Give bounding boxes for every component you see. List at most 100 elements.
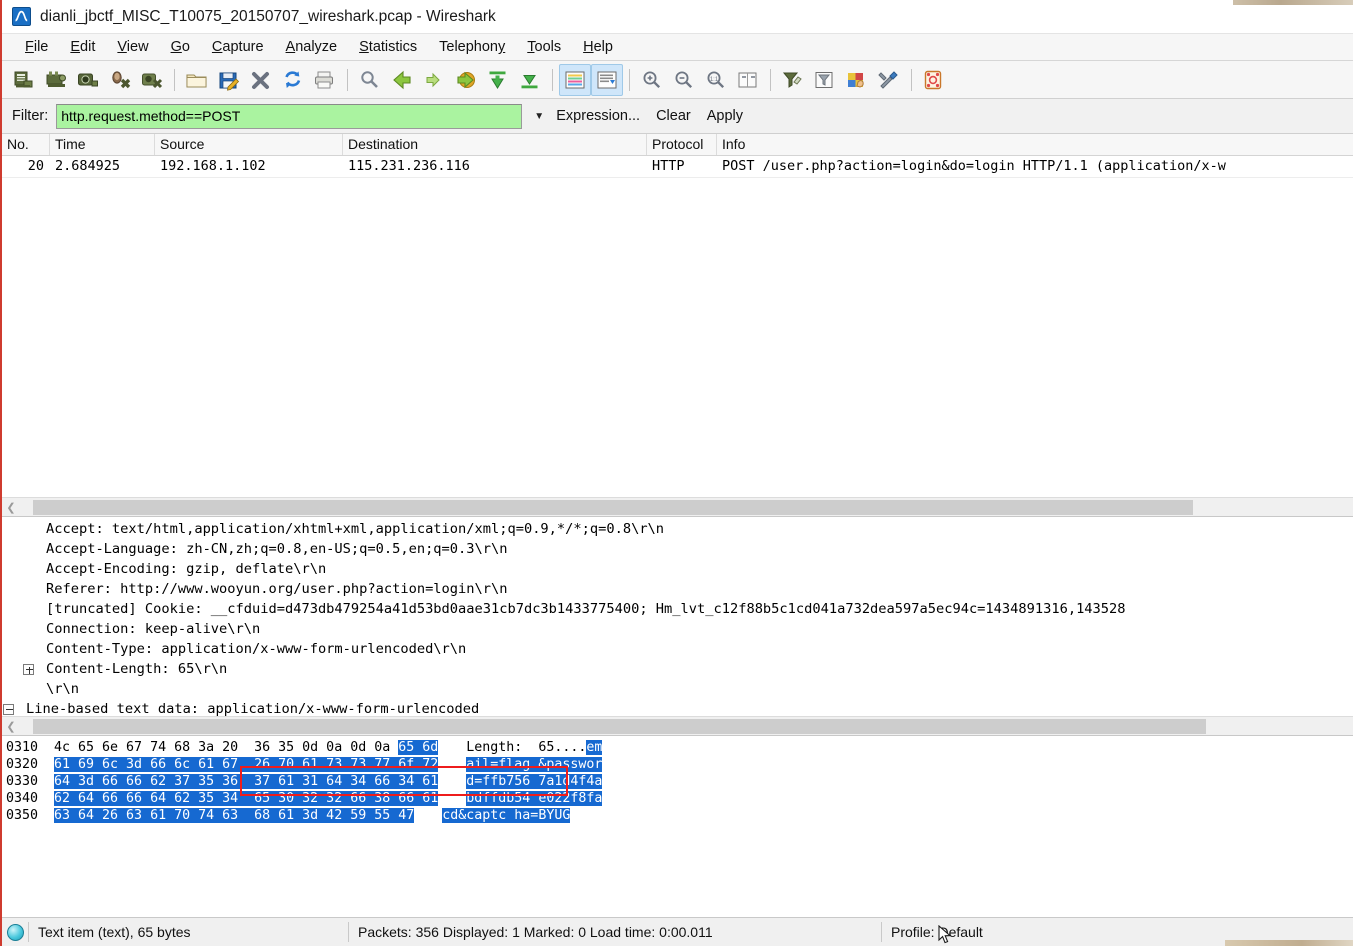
hex-ascii: bdffdb54 e022f8fa <box>466 791 603 806</box>
hscroll-track[interactable] <box>20 499 1353 515</box>
detail-row[interactable]: [truncated] Cookie: __cfduid=d473db47925… <box>2 599 1353 619</box>
go-to-last-packet-icon[interactable] <box>514 64 546 96</box>
scroll-left-icon[interactable]: ❮ <box>2 501 20 514</box>
start-capture-icon[interactable] <box>72 64 104 96</box>
go-back-icon[interactable] <box>386 64 418 96</box>
packet-detail-pane[interactable]: Accept: text/html,application/xhtml+xml,… <box>2 517 1353 736</box>
detail-row[interactable]: Content-Type: application/x-www-form-url… <box>2 639 1353 659</box>
detail-row[interactable]: Accept-Language: zh-CN,zh;q=0.8,en-US;q=… <box>2 539 1353 559</box>
close-file-icon[interactable] <box>245 64 277 96</box>
go-to-packet-icon[interactable] <box>450 64 482 96</box>
expert-info-bulb-icon[interactable] <box>6 923 24 941</box>
zoom-out-icon[interactable] <box>668 64 700 96</box>
hex-bytes: 4c 65 6e 67 74 68 3a 20 36 35 0d 0a 0d 0… <box>54 740 439 755</box>
capture-filters-icon[interactable] <box>777 64 809 96</box>
zoom-in-icon[interactable] <box>636 64 668 96</box>
hex-ascii: d=ffb756 7a1d4f4a <box>466 774 603 789</box>
list-interfaces-icon[interactable] <box>8 64 40 96</box>
preferences-icon[interactable] <box>873 64 905 96</box>
colorize-packet-list-icon[interactable] <box>559 63 591 96</box>
menu-statistics[interactable]: Statistics <box>348 37 428 57</box>
detail-row[interactable]: Accept: text/html,application/xhtml+xml,… <box>2 519 1353 539</box>
coloring-rules-icon[interactable] <box>841 64 873 96</box>
open-file-icon[interactable] <box>181 64 213 96</box>
column-header-info[interactable]: Info <box>717 134 1353 155</box>
hscroll-thumb[interactable] <box>33 718 1207 734</box>
capture-options-icon[interactable] <box>40 64 72 96</box>
column-header-destination[interactable]: Destination <box>343 134 647 155</box>
apply-button[interactable]: Apply <box>707 108 743 124</box>
packet-bytes-pane[interactable]: 0310 4c 65 6e 67 74 68 3a 20 36 35 0d 0a… <box>2 736 1353 917</box>
resize-columns-icon[interactable] <box>732 64 764 96</box>
print-icon[interactable] <box>309 64 341 96</box>
stop-capture-icon[interactable] <box>104 64 136 96</box>
expert-info-icon-wrap[interactable] <box>2 923 28 941</box>
packet-list-hscrollbar[interactable]: ❮ <box>2 497 1353 516</box>
go-forward-icon[interactable] <box>418 64 450 96</box>
detail-row-line-based-text-data[interactable]: Line-based text data: application/x-www-… <box>2 699 1353 716</box>
toolbar-separator <box>347 68 348 91</box>
save-file-icon[interactable] <box>213 64 245 96</box>
detail-row[interactable]: Connection: keep-alive\r\n <box>2 619 1353 639</box>
packet-list-pane[interactable]: No. Time Source Destination Protocol Inf… <box>2 134 1353 517</box>
hex-row[interactable]: 0310 4c 65 6e 67 74 68 3a 20 36 35 0d 0a… <box>2 739 1353 756</box>
find-packet-icon[interactable] <box>354 64 386 96</box>
restart-capture-icon[interactable] <box>136 64 168 96</box>
hscroll-thumb[interactable] <box>33 499 1194 515</box>
toolbar-separator <box>770 68 771 91</box>
column-header-protocol[interactable]: Protocol <box>647 134 717 155</box>
packet-list-column-headers[interactable]: No. Time Source Destination Protocol Inf… <box>2 134 1353 156</box>
detail-row-label: Content-Length: 65\r\n <box>46 661 228 677</box>
detail-row-label: Accept-Encoding: gzip, deflate\r\n <box>46 561 327 577</box>
clear-button[interactable]: Clear <box>656 108 691 124</box>
expand-plus-icon[interactable] <box>23 663 34 675</box>
hex-row[interactable]: 0340 62 64 66 66 64 62 35 34 65 30 32 32… <box>2 790 1353 807</box>
auto-scroll-live-capture-icon[interactable] <box>591 63 623 96</box>
scroll-left-icon[interactable]: ❮ <box>2 720 20 733</box>
reload-file-icon[interactable] <box>277 64 309 96</box>
display-filter-bar[interactable]: Filter: ▼ Expression... Clear Apply <box>2 99 1353 134</box>
help-contents-icon[interactable] <box>918 64 950 96</box>
menu-telephony[interactable]: Telephony <box>428 37 516 57</box>
expander-wrap[interactable] <box>2 703 26 715</box>
hex-row[interactable]: 0330 64 3d 66 66 62 37 35 36 37 61 31 64… <box>2 773 1353 790</box>
column-header-time[interactable]: Time <box>50 134 155 155</box>
column-header-no[interactable]: No. <box>2 134 50 155</box>
zoom-reset-icon[interactable]: 1:1 <box>700 64 732 96</box>
status-profile[interactable]: Profile: Default <box>881 922 1321 942</box>
hex-row[interactable]: 0350 63 64 26 63 61 70 74 63 68 61 3d 42… <box>2 807 1353 824</box>
menu-go[interactable]: Go <box>160 37 201 57</box>
detail-row[interactable]: Referer: http://www.wooyun.org/user.php?… <box>2 579 1353 599</box>
main-toolbar[interactable]: 1:1 <box>2 61 1353 99</box>
detail-row[interactable]: Accept-Encoding: gzip, deflate\r\n <box>2 559 1353 579</box>
menu-bar[interactable]: File Edit View Go Capture Analyze Statis… <box>2 34 1353 61</box>
packet-list-rows[interactable]: 20 2.684925 192.168.1.102 115.231.236.11… <box>2 156 1353 497</box>
go-to-first-packet-icon[interactable] <box>482 64 514 96</box>
hscroll-track[interactable] <box>20 718 1353 734</box>
detail-row-label: [truncated] Cookie: __cfduid=d473db47925… <box>46 601 1126 617</box>
detail-row-content-length[interactable]: Content-Length: 65\r\n <box>2 659 1353 679</box>
menu-file[interactable]: File <box>14 37 59 57</box>
column-header-source[interactable]: Source <box>155 134 343 155</box>
expression-button[interactable]: Expression... <box>556 108 640 124</box>
chevron-down-icon[interactable]: ▼ <box>522 111 556 122</box>
menu-help[interactable]: Help <box>572 37 624 57</box>
expander-wrap[interactable] <box>2 663 46 675</box>
table-row[interactable]: 20 2.684925 192.168.1.102 115.231.236.11… <box>2 156 1353 178</box>
display-filters-icon[interactable] <box>809 64 841 96</box>
hex-bytes: 61 69 6c 3d 66 6c 61 67 26 70 61 73 73 7… <box>54 757 439 772</box>
hex-offset: 0310 <box>6 740 39 755</box>
cell-time: 2.684925 <box>55 158 121 174</box>
hex-row[interactable]: 0320 61 69 6c 3d 66 6c 61 67 26 70 61 73… <box>2 756 1353 773</box>
packet-detail-rows[interactable]: Accept: text/html,application/xhtml+xml,… <box>2 517 1353 716</box>
packet-detail-hscrollbar[interactable]: ❮ <box>2 716 1353 735</box>
menu-edit[interactable]: Edit <box>59 37 106 57</box>
detail-row[interactable]: \r\n <box>2 679 1353 699</box>
menu-tools[interactable]: Tools <box>516 37 572 57</box>
menu-capture[interactable]: Capture <box>201 37 275 57</box>
collapse-minus-icon[interactable] <box>3 703 14 715</box>
menu-view[interactable]: View <box>106 37 159 57</box>
menu-analyze[interactable]: Analyze <box>275 37 349 57</box>
filter-input[interactable] <box>56 103 523 129</box>
detail-row-label: \r\n <box>46 681 79 697</box>
